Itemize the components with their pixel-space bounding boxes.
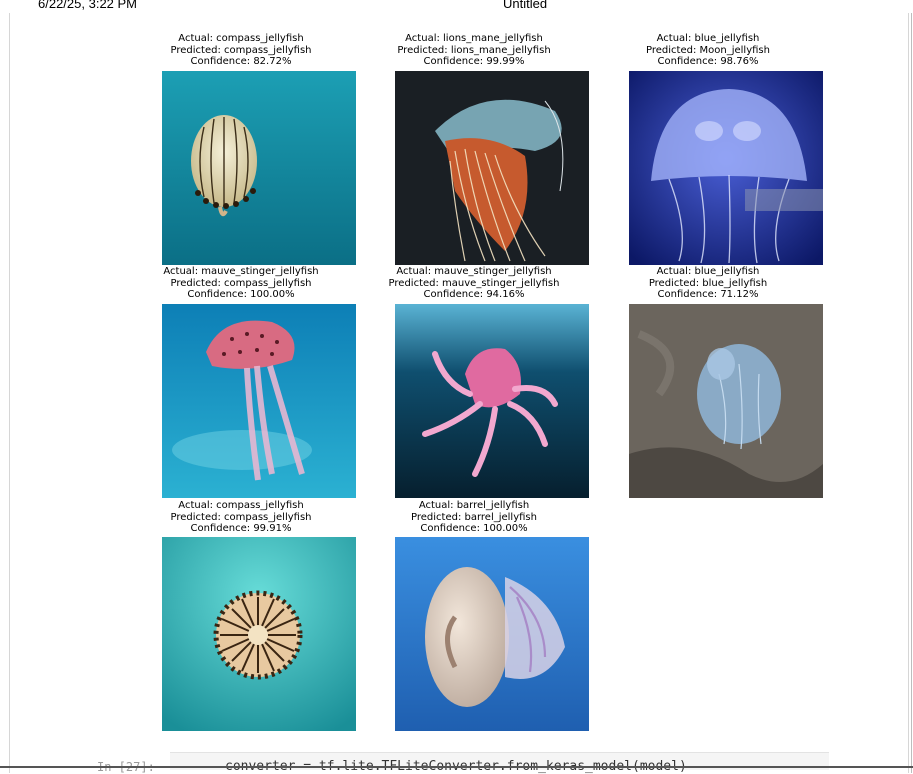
mauve-stinger-jellyfish-photo-2: [395, 304, 589, 498]
actual-label: Actual: mauve_stinger_jellyfish: [163, 266, 319, 277]
predicted-label: Predicted: mauve_stinger_jellyfish: [388, 277, 560, 289]
actual-label: Actual: barrel_jellyfish: [418, 500, 530, 511]
lions-mane-jellyfish-photo: [395, 71, 589, 265]
moon-jellyfish-photo: [629, 71, 823, 265]
predicted-label: Predicted: lions_mane_jellyfish: [397, 44, 551, 56]
predicted-label: Predicted: barrel_jellyfish: [411, 511, 537, 523]
actual-label: Actual: compass_jellyfish: [178, 500, 304, 511]
predicted-label: Predicted: compass_jellyfish: [170, 511, 312, 523]
actual-label: Actual: blue_jellyfish: [656, 266, 760, 277]
predicted-label: Predicted: Moon_jellyfish: [646, 44, 770, 56]
actual-label: Actual: lions_mane_jellyfish: [405, 33, 543, 44]
compass-jellyfish-topview-photo: [162, 537, 356, 731]
confidence-label: Confidence: 98.76%: [657, 56, 759, 67]
page-bottom-rule: [0, 766, 913, 768]
predicted-label: Predicted: compass_jellyfish: [170, 44, 312, 56]
print-header: 6/22/25, 3:22 PM Untitled: [0, 0, 913, 12]
predicted-label: Predicted: blue_jellyfish: [648, 277, 768, 289]
confidence-label: Confidence: 71.12%: [657, 289, 759, 300]
confidence-label: Confidence: 99.99%: [423, 56, 525, 67]
actual-label: Actual: compass_jellyfish: [178, 33, 304, 44]
print-date: 6/22/25, 3:22 PM: [38, 0, 138, 11]
actual-label: Actual: blue_jellyfish: [656, 33, 760, 44]
confidence-label: Confidence: 100.00%: [420, 523, 528, 534]
mauve-stinger-jellyfish-photo: [162, 304, 356, 498]
confidence-label: Confidence: 82.72%: [190, 56, 292, 67]
confidence-label: Confidence: 94.16%: [423, 289, 525, 300]
confidence-label: Confidence: 99.91%: [190, 523, 292, 534]
compass-jellyfish-photo: [162, 71, 356, 265]
predicted-label: Predicted: compass_jellyfish: [170, 277, 312, 289]
blue-jellyfish-on-sand-photo: [629, 304, 823, 498]
actual-label: Actual: mauve_stinger_jellyfish: [396, 266, 552, 277]
document-title: Untitled: [503, 0, 548, 11]
confidence-label: Confidence: 100.00%: [187, 289, 295, 300]
barrel-jellyfish-photo: [395, 537, 589, 731]
